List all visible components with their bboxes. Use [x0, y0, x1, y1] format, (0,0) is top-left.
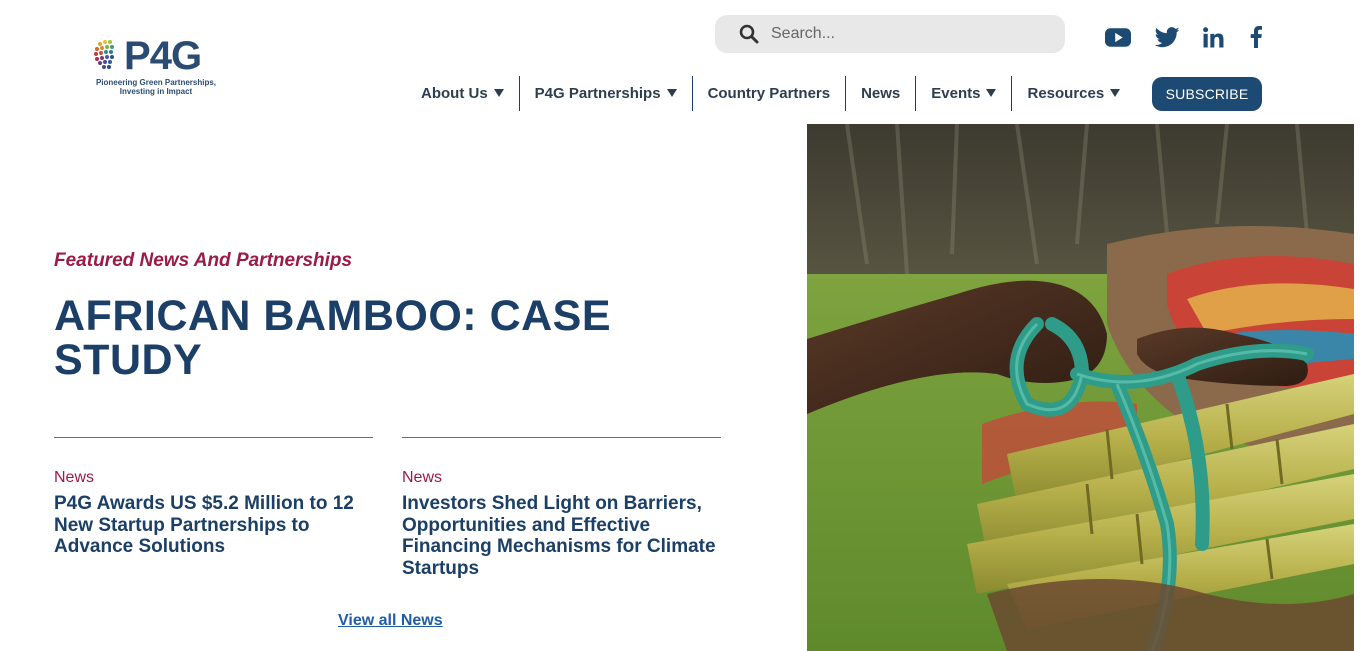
- nav-item-country-partners[interactable]: Country Partners: [693, 76, 847, 111]
- section-eyebrow: Featured News And Partnerships: [54, 250, 353, 271]
- bamboo-rope-photo: [807, 124, 1354, 651]
- caret-down-icon: [986, 88, 997, 97]
- nav-item-label: Country Partners: [707, 85, 831, 102]
- news-card-category: News: [402, 469, 443, 486]
- view-all-news-link[interactable]: View all News: [338, 612, 443, 630]
- caret-down-icon: [1110, 88, 1121, 97]
- main-nav: About Us P4G Partnerships Country Partne…: [406, 76, 1135, 111]
- facebook-link[interactable]: [1246, 22, 1266, 52]
- search-bar[interactable]: [715, 15, 1065, 53]
- nav-item-label: Events: [931, 85, 981, 102]
- hero-image: [807, 124, 1354, 651]
- youtube-icon: [1105, 27, 1131, 47]
- twitter-link[interactable]: [1153, 22, 1181, 52]
- linkedin-icon: [1202, 26, 1223, 47]
- news-card-category: News: [54, 469, 95, 486]
- logo-tagline-line-1: Pioneering Green Partnerships,: [95, 78, 217, 87]
- nav-item-label: About Us: [421, 85, 488, 102]
- search-icon[interactable]: [739, 24, 759, 44]
- logo-tagline: Pioneering Green Partnerships, Investing…: [92, 78, 220, 96]
- news-card[interactable]: News P4G Awards US $5.2 Million to 12 Ne…: [54, 437, 373, 558]
- nav-item-label: P4G Partnerships: [534, 85, 661, 102]
- nav-item-label: Resources: [1027, 85, 1105, 102]
- search-input[interactable]: [771, 21, 1051, 47]
- nav-item-resources[interactable]: Resources: [1012, 76, 1135, 111]
- news-card-title[interactable]: P4G Awards US $5.2 Million to 12 New Sta…: [54, 493, 373, 558]
- logo-dots-icon: [94, 40, 114, 69]
- logo-wordmark: P4G: [124, 34, 202, 78]
- news-card-title[interactable]: Investors Shed Light on Barriers, Opport…: [402, 493, 721, 579]
- facebook-icon: [1250, 26, 1262, 48]
- nav-item-news[interactable]: News: [846, 76, 917, 111]
- logo-tagline-line-2: Investing in Impact: [119, 87, 193, 96]
- caret-down-icon: [493, 88, 504, 97]
- featured-headline[interactable]: African Bamboo: Case Study: [54, 294, 754, 382]
- caret-down-icon: [666, 88, 677, 97]
- youtube-link[interactable]: [1104, 22, 1132, 52]
- nav-item-about-us[interactable]: About Us: [406, 76, 520, 111]
- p4g-logo[interactable]: P4G Pioneering Green Partnerships, Inves…: [90, 34, 220, 100]
- linkedin-link[interactable]: [1200, 22, 1226, 52]
- nav-item-label: News: [861, 85, 901, 102]
- twitter-icon: [1154, 26, 1179, 47]
- subscribe-button[interactable]: SUBSCRIBE: [1152, 77, 1262, 111]
- nav-item-events[interactable]: Events: [916, 76, 1013, 111]
- news-card[interactable]: News Investors Shed Light on Barriers, O…: [402, 437, 721, 579]
- nav-item-p4g-partnerships[interactable]: P4G Partnerships: [520, 76, 693, 111]
